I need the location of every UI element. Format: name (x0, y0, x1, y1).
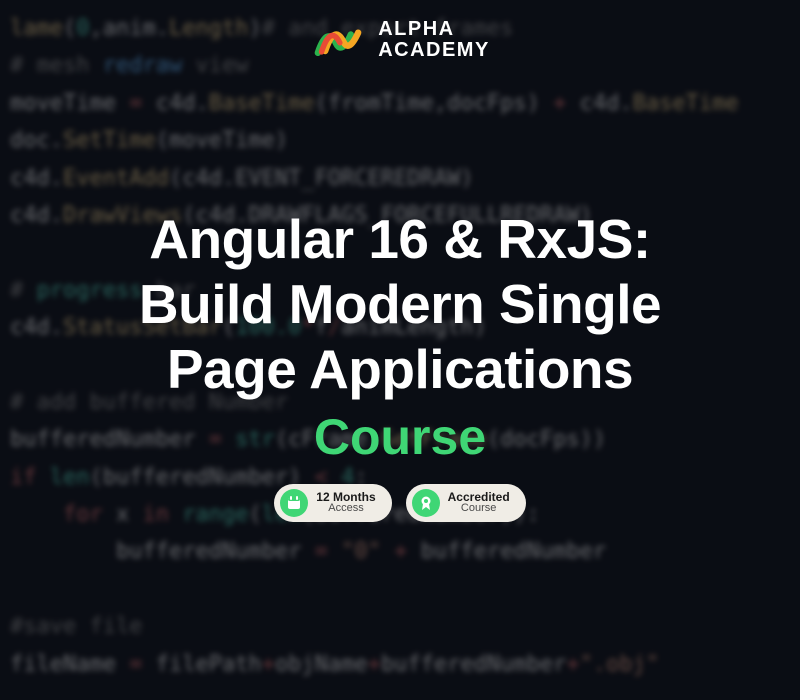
course-title: Angular 16 & RxJS: Build Modern Single P… (139, 207, 661, 402)
alpha-logo-icon (310, 18, 366, 62)
ribbon-icon (412, 489, 440, 517)
badge-accredited-sub: Course (448, 503, 510, 515)
logo: ALPHA ACADEMY (310, 18, 490, 62)
logo-line2: ACADEMY (378, 40, 490, 61)
logo-line1: ALPHA (378, 19, 490, 40)
badge-access-sub: Access (316, 503, 375, 515)
badge-access-text: 12 Months Access (316, 491, 375, 515)
title-line-1: Angular 16 & RxJS: (139, 207, 661, 272)
course-subtitle: Course (139, 408, 661, 466)
title-line-3: Page Applications (139, 337, 661, 402)
logo-text: ALPHA ACADEMY (378, 19, 490, 61)
title-line-2: Build Modern Single (139, 272, 661, 337)
title-block: Angular 16 & RxJS: Build Modern Single P… (119, 207, 681, 522)
badge-accredited: Accredited Course (406, 484, 526, 522)
calendar-icon (280, 489, 308, 517)
content-layer: ALPHA ACADEMY Angular 16 & RxJS: Build M… (0, 0, 800, 700)
badges-row: 12 Months Access Accredited Course (139, 484, 661, 522)
badge-accredited-text: Accredited Course (448, 491, 510, 515)
badge-access: 12 Months Access (274, 484, 391, 522)
